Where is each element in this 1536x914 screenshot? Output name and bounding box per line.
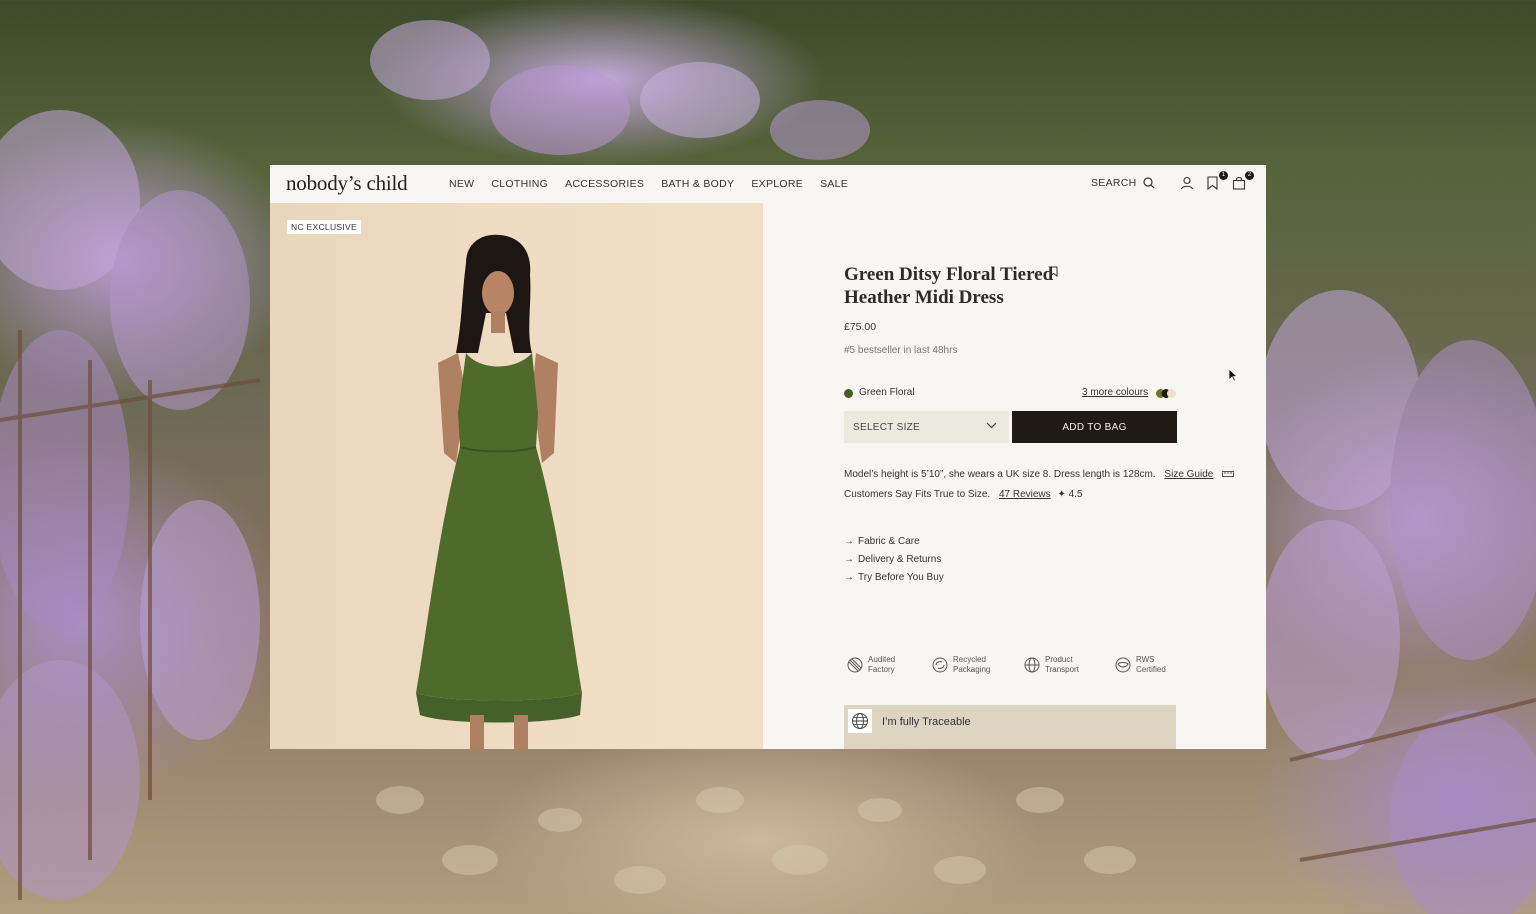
reviews-link[interactable]: 47 Reviews	[999, 489, 1051, 500]
nav-item-clothing[interactable]: CLOTHING	[491, 178, 548, 190]
model-info-row: Model’s height is 5’10”, she wears a UK …	[844, 469, 1235, 480]
brand-logo[interactable]: nobody’s child	[286, 171, 408, 196]
colour-swatches-icon[interactable]	[1155, 388, 1177, 399]
accordion-fabric-care[interactable]: → Fabric & Care	[844, 536, 944, 554]
globe-icon	[1024, 657, 1040, 673]
account-icon[interactable]	[1180, 176, 1196, 192]
site-header: nobody’s child NEW CLOTHING ACCESSORIES …	[270, 165, 1266, 203]
arrow-right-icon: →	[844, 554, 854, 565]
cert-product-transport[interactable]: Product Transport	[1024, 655, 1079, 675]
cert-audited-factory[interactable]: Audited Factory	[847, 655, 895, 675]
mouse-cursor-icon	[1228, 368, 1238, 382]
search-label: SEARCH	[1091, 177, 1137, 189]
colour-swatch-selected	[844, 389, 853, 398]
cert-line2: Packaging	[953, 665, 991, 674]
colour-row: Green Floral 3 more colours	[844, 387, 1176, 401]
traceable-banner[interactable]: I’m fully Traceable	[844, 705, 1176, 749]
accordion-label: Try Before You Buy	[858, 572, 944, 583]
colour-name: Green Floral	[859, 387, 915, 398]
product-image[interactable]: NC EXCLUSIVE	[270, 203, 763, 749]
arrow-right-icon: →	[844, 572, 854, 583]
nav-item-accessories[interactable]: ACCESSORIES	[565, 178, 644, 190]
cert-line2: Certified	[1136, 665, 1166, 674]
cert-line2: Factory	[868, 665, 895, 674]
product-accordion: → Fabric & Care → Delivery & Returns → Try …	[844, 536, 944, 590]
select-size-dropdown[interactable]: SELECT SIZE	[844, 411, 1009, 443]
model-dress-photo	[416, 234, 582, 749]
product-price: £75.00	[844, 321, 877, 333]
accordion-try-before-you-buy[interactable]: → Try Before You Buy	[844, 572, 944, 590]
globe-icon	[848, 709, 872, 733]
search-icon	[1142, 177, 1154, 189]
bestseller-text: #5 bestseller in last 48hrs	[844, 345, 958, 356]
fits-text: Customers Say Fits True to Size.	[844, 489, 991, 500]
cert-line1: Audited	[868, 655, 896, 664]
cert-line1: Recycled	[953, 655, 986, 664]
select-size-label: SELECT SIZE	[853, 421, 921, 433]
star-icon: ✦	[1057, 489, 1066, 500]
recycle-icon	[932, 657, 948, 673]
cert-line1: Product	[1045, 655, 1073, 664]
model-info-text: Model’s height is 5’10”, she wears a UK …	[844, 469, 1156, 480]
chevron-down-icon	[986, 422, 997, 429]
bag-count-badge: 2	[1245, 171, 1254, 180]
traceable-text: I’m fully Traceable	[882, 716, 971, 728]
product-details: Green Ditsy Floral Tiered Heather Midi D…	[763, 203, 1266, 749]
search-button[interactable]: SEARCH	[1091, 177, 1155, 189]
fit-review-row: Customers Say Fits True to Size. 47 Revi…	[844, 489, 1083, 500]
main-nav: NEW CLOTHING ACCESSORIES BATH & BODY EXP…	[449, 178, 865, 190]
more-colours-link[interactable]: 3 more colours	[1082, 387, 1148, 398]
browser-window: nobody’s child NEW CLOTHING ACCESSORIES …	[270, 165, 1266, 749]
sheep-icon	[1115, 657, 1131, 673]
bag-icon[interactable]: 2	[1232, 171, 1254, 192]
rating-value: 4.5	[1068, 489, 1083, 500]
cert-line2: Transport	[1045, 665, 1079, 674]
arrow-right-icon: →	[844, 536, 854, 547]
nav-item-bath-body[interactable]: BATH & BODY	[661, 178, 734, 190]
accordion-delivery-returns[interactable]: → Delivery & Returns	[844, 554, 944, 572]
accordion-label: Fabric & Care	[858, 536, 920, 547]
wishlist-icon[interactable]: 1	[1206, 171, 1228, 192]
nav-item-sale[interactable]: SALE	[820, 178, 848, 190]
cert-line1: RWS	[1136, 655, 1155, 664]
size-guide-link[interactable]: Size Guide	[1164, 469, 1213, 480]
factory-icon	[847, 657, 863, 673]
add-to-bag-button[interactable]: ADD TO BAG	[1012, 411, 1177, 443]
bookmark-icon[interactable]	[1049, 266, 1058, 277]
nav-item-new[interactable]: NEW	[449, 178, 474, 190]
wishlist-count-badge: 1	[1219, 171, 1228, 180]
cert-rws-certified[interactable]: RWS Certified	[1115, 655, 1166, 675]
cert-recycled-packaging[interactable]: Recycled Packaging	[932, 655, 990, 675]
product-title: Green Ditsy Floral Tiered Heather Midi D…	[844, 264, 1054, 308]
ruler-icon	[1222, 471, 1235, 478]
accordion-label: Delivery & Returns	[858, 554, 942, 565]
nav-item-explore[interactable]: EXPLORE	[751, 178, 803, 190]
certifications-row: Audited Factory Recycled Packaging Product…	[847, 655, 1177, 679]
